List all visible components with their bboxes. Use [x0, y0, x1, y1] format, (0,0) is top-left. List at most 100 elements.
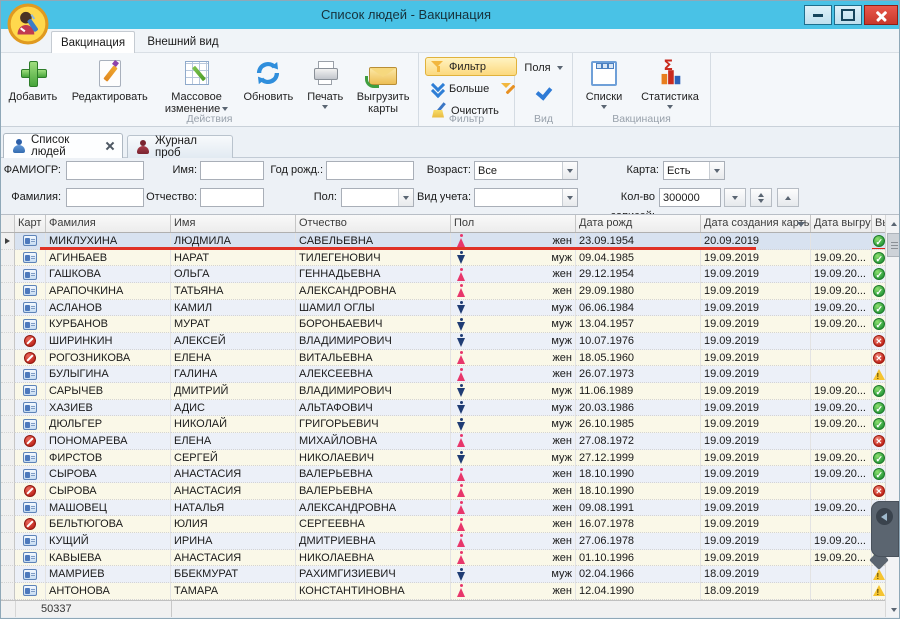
table-row[interactable]: ПОНОМАРЕВА ЕЛЕНА МИХАЙЛОВНА жен 27.08.19…	[1, 433, 885, 450]
status-cell	[872, 450, 885, 467]
surname-input[interactable]	[66, 188, 144, 207]
more-label: Больше	[449, 83, 489, 95]
arrow-left-icon	[876, 508, 893, 525]
refresh-button[interactable]: Обновить	[236, 54, 300, 103]
table-row[interactable]: ДЮЛЬГЕР НИКОЛАЙ ГРИГОРЬЕВИЧ муж 26.10.19…	[1, 416, 885, 433]
table-row[interactable]: САРЫЧЕВ ДМИТРИЙ ВЛАДИМИРОВИЧ муж 11.06.1…	[1, 383, 885, 400]
table-row[interactable]: КУРБАНОВ МУРАТ БОРОНБАЕВИЧ муж 13.04.195…	[1, 316, 885, 333]
row-selector[interactable]	[1, 533, 15, 550]
sex-select[interactable]	[341, 188, 414, 207]
birth-date-cell: 09.08.1991	[576, 500, 701, 517]
row-selector[interactable]	[1, 433, 15, 450]
table-row[interactable]: АГИНБАЕВ НАРАТ ТИЛЕГЕНОВИЧ муж 09.04.198…	[1, 250, 885, 267]
edit-button[interactable]: Редактировать	[63, 54, 157, 103]
header-created[interactable]: Дата создания карты	[701, 215, 811, 232]
row-selector[interactable]	[1, 233, 15, 250]
row-selector[interactable]	[1, 333, 15, 350]
records-up-button[interactable]	[777, 188, 799, 207]
ribbon-tab-vaccination[interactable]: Вакцинация	[51, 31, 135, 53]
table-row[interactable]: СЫРОВА АНАСТАСИЯ ВАЛЕРЬЕВНА жен 18.10.19…	[1, 466, 885, 483]
row-selector[interactable]	[1, 266, 15, 283]
tab-people-list[interactable]: Список людей	[3, 133, 123, 158]
header-surname[interactable]: Фамилия	[46, 215, 171, 232]
table-row[interactable]: ГАШКОВА ОЛЬГА ГЕННАДЬЕВНА жен 29.12.1954…	[1, 266, 885, 283]
filter-button[interactable]: Фильтр	[425, 57, 517, 76]
statistics-button[interactable]: Σ Статистика	[633, 54, 707, 109]
table-row[interactable]: СЫРОВА АНАСТАСИЯ ВАЛЕРЬЕВНА жен 18.10.19…	[1, 483, 885, 500]
header-card[interactable]: Карт	[15, 215, 46, 232]
fields-button[interactable]: Поля	[518, 58, 568, 77]
statistics-icon: Σ	[654, 57, 686, 89]
table-row[interactable]: МИКЛУХИНА ЛЮДМИЛА САВЕЛЬЕВНА жен 23.09.1…	[1, 233, 885, 250]
table-row[interactable]: АНТОНОВА ТАМАРА КОНСТАНТИНОВНА жен 12.04…	[1, 583, 885, 600]
scrollbar-thumb[interactable]	[887, 233, 900, 257]
minimize-button[interactable]	[804, 5, 832, 25]
add-button[interactable]: Добавить	[3, 54, 63, 103]
row-selector[interactable]	[1, 566, 15, 583]
header-born[interactable]: Дата рожд	[576, 215, 701, 232]
row-selector[interactable]	[1, 316, 15, 333]
row-selector[interactable]	[1, 500, 15, 517]
table-row[interactable]: КУЩИЙ ИРИНА ДМИТРИЕВНА жен 27.06.1978 19…	[1, 533, 885, 550]
table-row[interactable]: ХАЗИЕВ АДИС АЛЬТАФОВИЧ муж 20.03.1986 19…	[1, 400, 885, 417]
records-dropdown-button[interactable]	[724, 188, 746, 207]
patronymic-cell: СЕРГЕЕВНА	[296, 516, 451, 533]
row-selector[interactable]	[1, 366, 15, 383]
header-name[interactable]: Имя	[171, 215, 296, 232]
header-patronymic[interactable]: Отчество	[296, 215, 451, 232]
row-selector[interactable]	[1, 416, 15, 433]
card-created-cell: 18.09.2019	[701, 583, 811, 600]
row-selector[interactable]	[1, 516, 15, 533]
row-selector[interactable]	[1, 466, 15, 483]
table-row[interactable]: ШИРИНКИН АЛЕКСЕЙ ВЛАДИМИРОВИЧ муж 10.07.…	[1, 333, 885, 350]
famiogr-input[interactable]	[66, 161, 144, 180]
birthyear-input[interactable]	[326, 161, 414, 180]
row-selector[interactable]	[1, 250, 15, 267]
header-status[interactable]: Вы	[872, 215, 885, 232]
table-row[interactable]: АРАПОЧКИНА ТАТЬЯНА АЛЕКСАНДРОВНА жен 29.…	[1, 283, 885, 300]
remote-support-handle[interactable]	[869, 501, 899, 569]
mass-edit-button[interactable]: Массовое изменение	[157, 54, 237, 115]
lists-button[interactable]: Списки	[575, 54, 633, 109]
table-row[interactable]: БЕЛЬТЮГОВА ЮЛИЯ СЕРГЕЕВНА жен 16.07.1978…	[1, 516, 885, 533]
row-selector[interactable]	[1, 450, 15, 467]
scroll-down-button[interactable]	[886, 601, 900, 618]
table-row[interactable]: КАВЫЕВА АНАСТАСИЯ НИКОЛАЕВНА жен 01.10.1…	[1, 550, 885, 567]
ribbon-tab-appearance[interactable]: Внешний вид	[141, 31, 225, 53]
double-chevron-down-icon	[431, 82, 445, 96]
table-row[interactable]: АСЛАНОВ КАМИЛ ШАМИЛ ОГЛЫ муж 06.06.1984 …	[1, 300, 885, 317]
header-sex[interactable]: Пол	[451, 215, 576, 232]
records-count-input[interactable]	[659, 188, 721, 207]
row-selector[interactable]	[1, 383, 15, 400]
patronymic-input[interactable]	[200, 188, 264, 207]
header-exported[interactable]: Дата выгруз	[811, 215, 872, 232]
card-cell	[15, 500, 46, 517]
maximize-button[interactable]	[834, 5, 862, 25]
table-row[interactable]: БУЛЫГИНА ГАЛИНА АЛЕКСЕЕВНА жен 26.07.197…	[1, 366, 885, 383]
row-selector[interactable]	[1, 350, 15, 367]
tab-sample-journal[interactable]: Журнал проб	[127, 135, 233, 158]
row-selector[interactable]	[1, 550, 15, 567]
table-row[interactable]: РОГОЗНИКОВА ЕЛЕНА ВИТАЛЬЕВНА жен 18.05.1…	[1, 350, 885, 367]
age-select[interactable]: Все	[474, 161, 578, 180]
row-selector[interactable]	[1, 583, 15, 600]
table-row[interactable]: МАШОВЕЦ НАТАЛЬЯ АЛЕКСАНДРОВНА жен 09.08.…	[1, 500, 885, 517]
name-input[interactable]	[200, 161, 264, 180]
row-selector[interactable]	[1, 283, 15, 300]
account-type-select[interactable]	[474, 188, 578, 207]
scroll-up-button[interactable]	[886, 215, 900, 232]
print-button[interactable]: Печать	[300, 54, 350, 109]
name-cell: КАМИЛ	[171, 300, 296, 317]
more-button[interactable]: Больше	[425, 79, 495, 98]
row-selector[interactable]	[1, 300, 15, 317]
records-spinner[interactable]	[750, 188, 772, 207]
row-selector[interactable]	[1, 400, 15, 417]
table-row[interactable]: МАМРИЕВ ББЕКМУРАТ РАХИМГИЗИЕВИЧ муж 02.0…	[1, 566, 885, 583]
export-cards-button[interactable]: Выгрузить карты	[350, 54, 416, 115]
row-selector[interactable]	[1, 483, 15, 500]
table-row[interactable]: ФИРСТОВ СЕРГЕЙ НИКОЛАЕВИЧ муж 27.12.1999…	[1, 450, 885, 467]
close-tab-icon[interactable]	[105, 141, 114, 151]
card-cell	[15, 316, 46, 333]
close-button[interactable]	[864, 5, 898, 25]
card-select[interactable]: Есть	[663, 161, 725, 180]
